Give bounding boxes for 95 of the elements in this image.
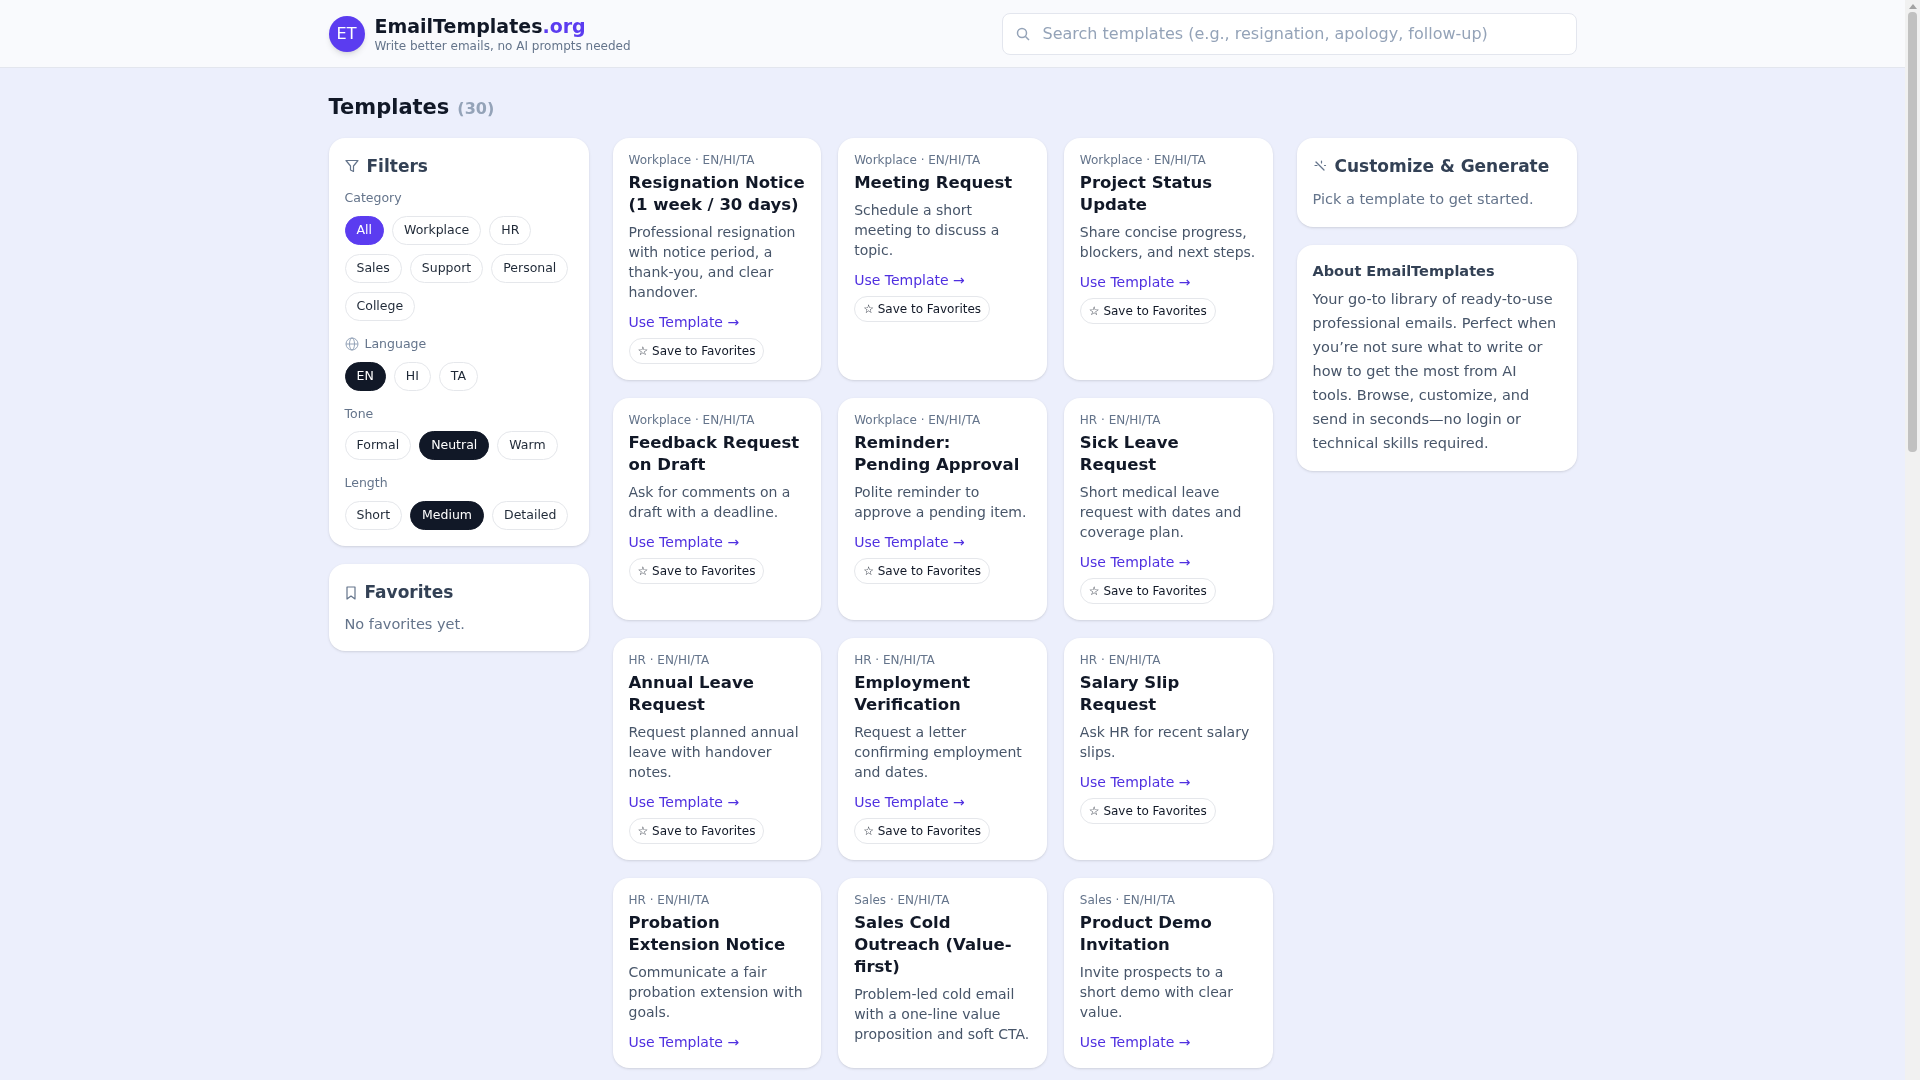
save-favorites-button[interactable]: ☆ Save to Favorites (1079, 297, 1216, 324)
use-template-link[interactable]: Use Template → (854, 269, 965, 290)
filter-chip[interactable]: Warm (497, 431, 558, 461)
save-favorites-button[interactable]: ☆ Save to Favorites (628, 337, 765, 364)
filter-chip[interactable]: Formal (344, 431, 412, 461)
filter-chip[interactable]: Support (409, 253, 484, 283)
template-title: Salary Slip Request (1079, 671, 1181, 716)
section-heading: Templates (328, 94, 450, 121)
panel-title: Filters (366, 154, 428, 178)
filter-chip[interactable]: EN (344, 361, 386, 391)
template-meta: Workplace · EN/HI/TA (854, 151, 982, 168)
template-meta: Sales · EN/HI/TA (854, 891, 951, 908)
filter-chip[interactable]: TA (438, 361, 479, 391)
template-title: Feedback Request on Draft (628, 431, 801, 476)
scroll-up-icon[interactable] (1908, 4, 1917, 9)
filter-label: Language (364, 334, 427, 353)
use-template-link[interactable]: Use Template → (628, 791, 740, 812)
search-field[interactable]: Search templates (e.g., resignation, apology, follow-up) (1001, 12, 1577, 55)
template-title: Meeting Request (854, 171, 1014, 194)
template-description: Short medical leave request with dates and coverage plan. (1079, 482, 1243, 542)
tagline: Write better emails, no AI prompts needed (374, 37, 631, 54)
template-title: Sick Leave Request (1079, 431, 1180, 476)
panel-title: Favorites (364, 581, 454, 604)
template-description: Request planned annual leave with handover notes. (628, 722, 800, 782)
use-template-link[interactable]: Use Template → (854, 791, 965, 812)
filter-label: Length (344, 474, 388, 493)
template-title: Reminder: Pending Approval (854, 431, 1021, 476)
use-template-link[interactable]: Use Template → (628, 1031, 740, 1052)
template-description: Share concise progress, blockers, and next steps. (1079, 222, 1257, 262)
hint-text: Pick a template to get started. (1312, 190, 1535, 209)
template-meta: HR · EN/HI/TA (1079, 411, 1162, 428)
template-count: (30) (457, 98, 495, 120)
template-title: Product Demo Invitation (1079, 911, 1213, 956)
filter-chip[interactable]: Medium (410, 501, 485, 530)
template-meta: Workplace · EN/HI/TA (628, 151, 756, 168)
template-meta: HR · EN/HI/TA (628, 651, 711, 668)
template-title: Resignation Notice (1 week / 30 days) (628, 171, 806, 216)
template-description: Schedule a short meeting to discuss a topic. (854, 200, 1001, 260)
filter-chip[interactable]: College (344, 291, 416, 321)
filter-chip[interactable]: HI (393, 361, 431, 391)
panel-title: About EmailTemplates (1312, 261, 1496, 281)
filter-label: Category (344, 189, 402, 207)
panel-title: Customize & Generate (1334, 154, 1550, 178)
template-title: Probation Extension Notice (628, 911, 787, 956)
filter-chip[interactable]: Detailed (492, 501, 569, 530)
template-description: Communicate a fair probation extension with goals. (628, 962, 804, 1022)
template-title: Employment Verification (854, 671, 972, 716)
template-title: Annual Leave Request (628, 671, 755, 716)
about-text: Your go-to library of ready-to-use professional emails. Perfect when you’re not sure what to write or how to get the most from AI tools. Browse, customize, and send in seconds—no login or technical skills required. (1312, 289, 1558, 453)
template-meta: Workplace · EN/HI/TA (628, 411, 756, 428)
globe-icon (344, 337, 359, 352)
template-meta: Workplace · EN/HI/TA (854, 411, 982, 428)
template-description: Professional resignation with notice period, a thank-you, and clear handover. (628, 222, 797, 302)
use-template-link[interactable]: Use Template → (1079, 771, 1191, 792)
template-meta: HR · EN/HI/TA (854, 651, 936, 668)
filter-chip[interactable]: Workplace (392, 215, 482, 245)
template-title: Sales Cold Outreach (Value-first) (854, 911, 1013, 978)
template-description: Ask HR for recent salary slips. (1079, 722, 1251, 762)
use-template-link[interactable]: Use Template → (1079, 551, 1191, 572)
search-icon (1015, 26, 1030, 41)
filter-chip[interactable]: HR (489, 215, 532, 245)
filter-chip[interactable]: Short (344, 501, 403, 530)
template-meta: HR · EN/HI/TA (628, 891, 711, 908)
template-meta: Workplace · EN/HI/TA (1079, 151, 1207, 168)
filter-chip[interactable]: Neutral (419, 431, 490, 461)
template-meta: HR · EN/HI/TA (1079, 651, 1162, 668)
template-meta: Sales · EN/HI/TA (1079, 891, 1177, 908)
save-favorites-button[interactable]: ☆ Save to Favorites (628, 557, 765, 584)
use-template-link[interactable]: Use Template → (1079, 1031, 1191, 1052)
template-description: Ask for comments on a draft with a deadline. (628, 482, 792, 522)
logo-badge: ET (328, 15, 365, 52)
empty-message: No favorites yet. (344, 614, 466, 634)
template-description: Invite prospects to a short demo with clear value. (1079, 962, 1235, 1022)
template-description: Polite reminder to approve a pending item. (854, 482, 1028, 522)
bookmark-icon (344, 585, 357, 600)
filter-chip[interactable]: Sales (344, 253, 402, 283)
use-template-link[interactable]: Use Template → (1079, 271, 1191, 292)
template-description: Request a letter confirming employment and dates. (854, 722, 1023, 782)
save-favorites-button[interactable]: ☆ Save to Favorites (1079, 797, 1216, 824)
filter-chip[interactable]: Personal (491, 253, 569, 283)
filter-icon (344, 159, 359, 174)
template-title: Project Status Update (1079, 171, 1213, 216)
filter-label: Tone (344, 404, 374, 423)
use-template-link[interactable]: Use Template → (628, 311, 740, 332)
save-favorites-button[interactable]: ☆ Save to Favorites (628, 817, 765, 844)
filter-chip[interactable]: All (344, 215, 384, 245)
save-favorites-button[interactable]: ☆ Save to Favorites (854, 295, 991, 322)
save-favorites-button[interactable]: ☆ Save to Favorites (854, 557, 991, 584)
save-favorites-button[interactable]: ☆ Save to Favorites (854, 817, 991, 844)
site-title: EmailTemplates.org (374, 13, 587, 38)
template-description: Problem-led cold email with a one-line value proposition and soft CTA. (854, 984, 1031, 1044)
save-favorites-button[interactable]: ☆ Save to Favorites (1079, 577, 1216, 604)
use-template-link[interactable]: Use Template → (854, 531, 965, 552)
use-template-link[interactable]: Use Template → (628, 531, 740, 552)
scrollbar-thumb[interactable] (1908, 12, 1917, 452)
